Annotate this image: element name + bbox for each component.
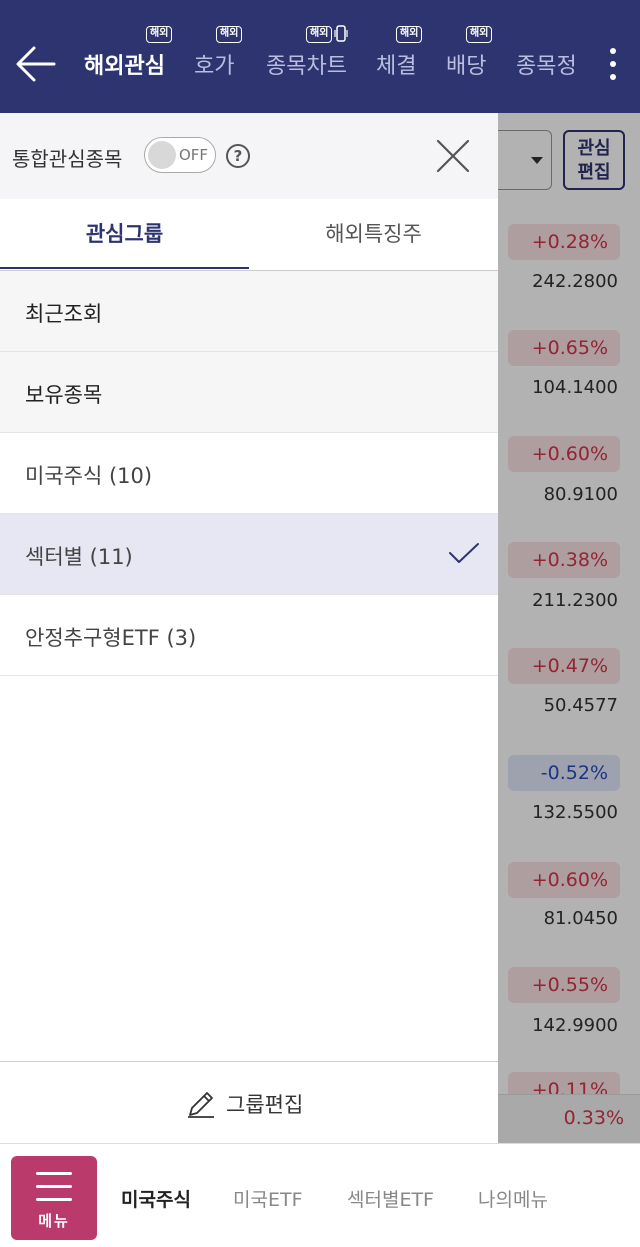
toggle-label: OFF xyxy=(179,146,209,164)
group-label: 최근조회 xyxy=(25,302,103,326)
phone-icon xyxy=(334,25,348,42)
group-item-recent[interactable]: 최근조회 xyxy=(0,271,498,352)
overseas-badge: 해외 xyxy=(396,26,423,43)
menu-icon xyxy=(36,1198,72,1201)
bottom-nav-sector-etf[interactable]: 섹터별ETF xyxy=(347,1185,434,1212)
overseas-badge: 해외 xyxy=(306,26,333,43)
tab-quote[interactable]: 호가 xyxy=(194,48,234,80)
overseas-badge: 해외 xyxy=(216,26,243,43)
group-item-us-stocks[interactable]: 미국주식 (10) xyxy=(0,433,498,514)
bottom-nav: 메뉴 미국주식 미국ETF 섹터별ETF 나의메뉴 xyxy=(0,1143,640,1247)
more-options-icon[interactable] xyxy=(604,44,622,84)
bottom-nav-us-stocks[interactable]: 미국주식 xyxy=(121,1185,191,1212)
menu-icon xyxy=(36,1172,72,1175)
tab-dividend[interactable]: 배당 xyxy=(446,48,486,80)
pencil-icon xyxy=(188,1092,214,1118)
group-item-by-sector[interactable]: 섹터별 (11) xyxy=(0,514,498,595)
integrated-watchlist-toggle[interactable]: OFF xyxy=(144,137,216,173)
menu-icon xyxy=(36,1185,72,1188)
bottom-nav-my-menu[interactable]: 나의메뉴 xyxy=(478,1185,548,1212)
group-label: 안정추구형ETF (3) xyxy=(25,626,197,650)
menu-label: 메뉴 xyxy=(38,1212,70,1230)
tab-overseas-watchlist[interactable]: 해외관심 xyxy=(84,48,165,80)
back-arrow-icon[interactable] xyxy=(14,44,56,84)
help-icon[interactable]: ? xyxy=(226,144,250,168)
watchlist-group-drawer: 통합관심종목 OFF ? 관심그룹 해외특징주 최근조회 보유종목 미국주식 (… xyxy=(0,113,498,1143)
overseas-badge: 해외 xyxy=(146,26,173,43)
group-label: 보유종목 xyxy=(25,383,103,407)
menu-button[interactable]: 메뉴 xyxy=(11,1156,97,1240)
group-item-stable-etf[interactable]: 안정추구형ETF (3) xyxy=(0,595,498,676)
group-label: 섹터별 (11) xyxy=(25,545,133,569)
group-item-holdings[interactable]: 보유종목 xyxy=(0,352,498,433)
group-edit-button[interactable]: 그룹편집 xyxy=(0,1061,498,1143)
group-edit-label: 그룹편집 xyxy=(226,1093,304,1117)
bottom-nav-us-etf[interactable]: 미국ETF xyxy=(233,1185,303,1212)
drawer-header: 통합관심종목 OFF ? xyxy=(0,113,498,199)
dim-overlay[interactable] xyxy=(498,113,640,1143)
close-icon[interactable] xyxy=(434,137,472,175)
top-bar: 해외 해외관심 해외 호가 해외 종목차트 해외 체결 해외 배당 종목정 xyxy=(0,0,640,113)
toggle-knob xyxy=(148,141,176,169)
drawer-tabs: 관심그룹 해외특징주 xyxy=(0,199,498,271)
tab-watch-groups[interactable]: 관심그룹 xyxy=(0,199,249,271)
drawer-title: 통합관심종목 xyxy=(12,147,123,171)
tab-trades[interactable]: 체결 xyxy=(376,48,416,80)
overseas-badge: 해외 xyxy=(466,26,493,43)
tab-stock-chart[interactable]: 종목차트 xyxy=(266,48,347,80)
group-label: 미국주식 (10) xyxy=(25,464,153,488)
active-tab-indicator xyxy=(0,267,249,269)
checkmark-icon xyxy=(449,543,479,563)
tab-stock-info[interactable]: 종목정 xyxy=(516,48,577,80)
tab-overseas-featured[interactable]: 해외특징주 xyxy=(249,199,498,271)
